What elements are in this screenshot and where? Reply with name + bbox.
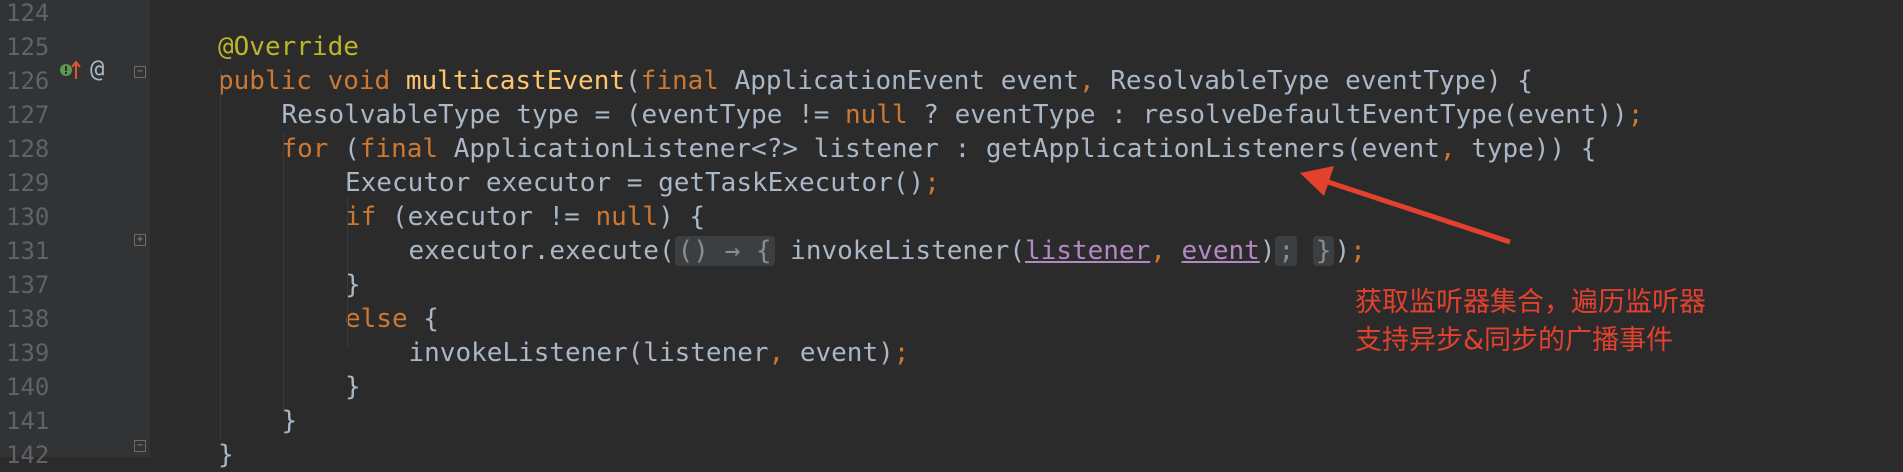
annotation-line-1: 获取监听器集合，遍历监听器 bbox=[1355, 287, 1706, 318]
annotation-arrow bbox=[1300, 166, 1511, 245]
annotation-note: 获取监听器集合，遍历监听器 支持异步&同步的广播事件 bbox=[1355, 284, 1706, 360]
annotation-line-2: 支持异步&同步的广播事件 bbox=[1355, 325, 1674, 356]
